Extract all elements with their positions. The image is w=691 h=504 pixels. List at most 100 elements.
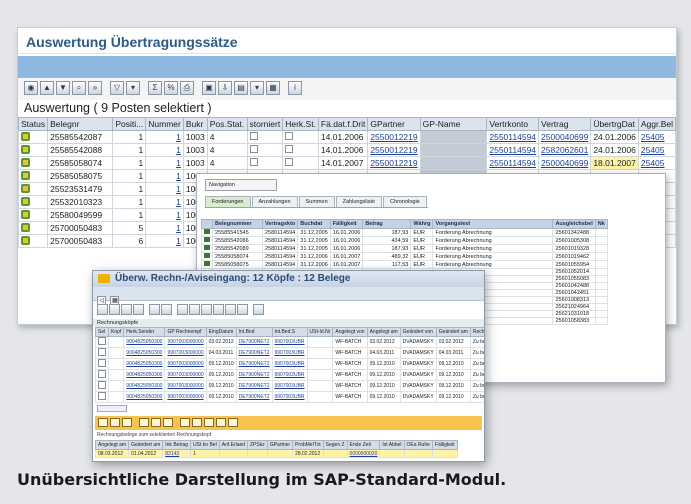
table-row[interactable]: 25585542087 1 1 1003 4 14.01.2006 255001…	[18, 130, 676, 144]
belegnr-cell[interactable]: 25700050483	[47, 234, 114, 248]
details-icon[interactable]: ◉	[24, 81, 38, 95]
rechnempf-link[interactable]: 9907003000000	[164, 369, 207, 381]
belegnr-cell[interactable]: 25700050483	[47, 221, 114, 235]
col-betrag[interactable]: Betrag	[362, 219, 412, 229]
sort-desc-icon[interactable]: ▼	[56, 81, 70, 95]
belegnr-cell[interactable]: 25532010323	[47, 195, 114, 209]
col-anf[interactable]: Anf.Erlaed	[218, 440, 249, 450]
col-buchdat[interactable]: Buchdat	[297, 219, 331, 229]
intbnd-link[interactable]: DE7900NET2	[235, 391, 273, 403]
col-ust[interactable]: USt ko Bel	[190, 440, 220, 450]
col-eingdatum[interactable]: EingDatum	[205, 327, 237, 337]
col-nk[interactable]: Nk	[594, 219, 608, 229]
intbnd-link[interactable]: DE7900NET2	[235, 358, 273, 370]
col-bukr[interactable]: Bukr	[182, 117, 208, 131]
nummer-link[interactable]: 1	[145, 156, 184, 170]
col-geaendert-am[interactable]: Geändert am	[128, 440, 164, 450]
intbed-link[interactable]: 9907003UBR	[271, 336, 308, 348]
col-belegnr[interactable]: Belegnr	[47, 117, 114, 131]
export-icon[interactable]	[189, 304, 200, 315]
intbnd-link[interactable]: DE7900NET2	[235, 369, 273, 381]
belegnr-cell[interactable]: 25580049599	[47, 208, 114, 222]
back-icon[interactable]	[98, 418, 108, 427]
export-icon[interactable]: ⇩	[218, 81, 232, 95]
aggr-link[interactable]: 25405	[637, 130, 676, 144]
layout-icon[interactable]	[201, 304, 212, 315]
find-icon[interactable]: ⌕	[72, 81, 86, 95]
col-aggr[interactable]: Aggr.Bel	[637, 117, 676, 131]
nummer-link[interactable]: 1	[145, 195, 184, 209]
col-intbed[interactable]: Int.Bed.S	[271, 327, 308, 337]
table-row[interactable]: 25585542086 2580114594 31.12.2005 16.01.200…	[201, 236, 608, 245]
col-position[interactable]: Positi...	[112, 117, 147, 131]
vertrkonto-link[interactable]: 2550114594	[486, 130, 540, 144]
col-waehrung[interactable]: Währg	[410, 219, 434, 229]
tab-summen[interactable]: Summen	[298, 196, 335, 207]
refresh-icon[interactable]	[122, 418, 132, 427]
nummer-link[interactable]: 1	[145, 143, 184, 157]
table-row[interactable]: 9004825050300 9907003000000 09.12.2010 DE79…	[95, 380, 484, 392]
navigation-button[interactable]: Navigation	[205, 179, 277, 191]
col-vertrkonto[interactable]: Vertrkonto	[486, 117, 540, 131]
col-oea-ruhe[interactable]: OEa Ruhe	[403, 440, 433, 450]
col-intbnd[interactable]: Int.Bnd	[235, 327, 273, 337]
row-select-checkbox[interactable]	[98, 381, 106, 389]
col-posstat[interactable]: Pos.Stat.	[206, 117, 248, 131]
col-faelligkeit[interactable]: Fälligkeit	[329, 219, 364, 229]
intbed-link[interactable]: 9907003UBR	[271, 369, 308, 381]
find-icon[interactable]	[163, 418, 173, 427]
table-row[interactable]: 25585542089 2580114594 31.12.2005 16.01.200…	[201, 244, 608, 253]
tab-forderungen[interactable]: Forderungen	[205, 196, 251, 207]
sender-link[interactable]: 9004825050300	[123, 358, 166, 370]
view-icon[interactable]	[192, 418, 202, 427]
gpartner-link[interactable]: 2550012219	[367, 130, 421, 144]
sender-link[interactable]: 9004825050300	[123, 380, 166, 392]
ende-zeit-link[interactable]: 0000000020	[346, 449, 381, 458]
herkst-checkbox[interactable]	[285, 158, 294, 166]
aggr-link[interactable]: 25405	[637, 143, 676, 157]
table-row[interactable]: 25585541545 2580114594 31.12.2005 16.01.200…	[201, 228, 608, 237]
nummer-link[interactable]: 1	[145, 130, 184, 144]
filter-icon[interactable]	[180, 418, 190, 427]
tab-anzahlungen[interactable]: Anzahlungen	[251, 196, 298, 207]
view-icon[interactable]: ▣	[202, 81, 216, 95]
save-layout-icon[interactable]	[237, 304, 248, 315]
choose-layout-icon[interactable]	[225, 304, 236, 315]
col-angelegt-am[interactable]: Angelegt am	[94, 440, 130, 450]
sender-link[interactable]: 9004825050300	[123, 347, 166, 359]
col-ustid[interactable]: USt-Id.Nr	[306, 327, 334, 337]
choose-layout-icon[interactable]: ▦	[266, 81, 280, 95]
col-fadat[interactable]: Fä.dat.f.Drit	[317, 117, 369, 131]
herkst-checkbox[interactable]	[285, 145, 294, 153]
col-gpname[interactable]: GP-Name	[419, 117, 488, 131]
row-select-checkbox[interactable]	[98, 370, 106, 378]
col-sender[interactable]: Herk.Sender	[123, 327, 166, 337]
table-row[interactable]: 9004825050300 9907003000000 03.02.2012 DE79…	[95, 336, 484, 348]
col-faelligkeit[interactable]: Fälligkeit	[431, 440, 458, 450]
belegnr-cell[interactable]: 25585058074	[47, 156, 114, 170]
filter-icon[interactable]	[149, 304, 160, 315]
row-select-checkbox[interactable]	[98, 348, 106, 356]
belegnr-cell[interactable]: 25585542088	[47, 143, 114, 157]
horizontal-scrollbar[interactable]	[97, 405, 127, 412]
col-sel[interactable]: Sel	[95, 327, 109, 337]
nummer-link[interactable]: 1	[145, 208, 184, 222]
details-icon[interactable]	[97, 304, 108, 315]
tab-zahlungsliste[interactable]: Zahlungsliste	[335, 196, 383, 207]
filter-icon[interactable]: ▽	[110, 81, 124, 95]
nummer-link[interactable]: 1	[145, 169, 184, 183]
storniert-checkbox[interactable]	[249, 145, 258, 153]
col-ubertrag[interactable]: ÜbertrgDat	[590, 117, 639, 131]
table-row[interactable]: 25585058075 2580114594 31.12.2006 16.01.200…	[201, 260, 608, 269]
table-row[interactable]: 25585542088 1 1 1003 4 14.01.2006 255001…	[18, 143, 676, 157]
col-angelegt-am[interactable]: Angelegt am	[366, 327, 401, 337]
intbnd-link[interactable]: DE7900NET2	[235, 380, 273, 392]
col-rechnungsform[interactable]: Rechnungsfor	[469, 327, 484, 337]
intbed-link[interactable]: 9907003UBR	[271, 380, 308, 392]
table-row[interactable]: 9004825050300 9907003000000 09.12.2010 DE79…	[95, 369, 484, 381]
col-ende-zeit[interactable]: Ende Zeit	[346, 440, 381, 450]
nummer-link[interactable]: 1	[145, 182, 184, 196]
intbed-link[interactable]: 9907003UBR	[271, 391, 308, 403]
aggr-link[interactable]: 25405	[637, 156, 676, 170]
col-vorgangstext[interactable]: Vorgangstext	[432, 219, 554, 229]
